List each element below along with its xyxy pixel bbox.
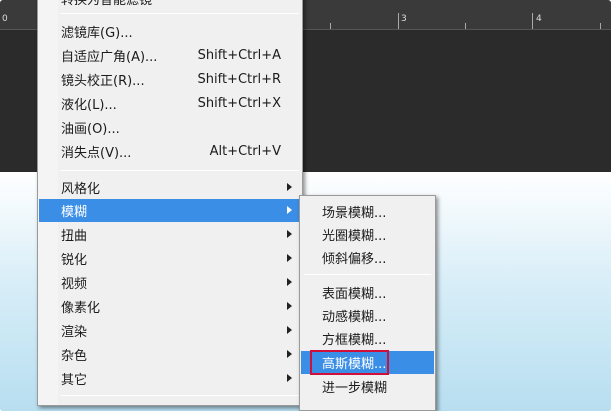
ruler-tick: [330, 23, 331, 29]
menu-item-shortcut: Shift+Ctrl+A: [197, 48, 281, 63]
ruler-tick: [465, 23, 466, 29]
menu-item-adaptive-wide-angle[interactable]: 自适应广角(A)... Shift+Ctrl+A: [39, 44, 301, 67]
submenu-item-label: 表面模糊...: [322, 287, 387, 302]
submenu-arrow-icon: [287, 326, 292, 334]
submenu-arrow-icon: [287, 230, 292, 238]
submenu-item-blur-more[interactable]: 进一步模糊: [301, 375, 434, 398]
menu-separator: [60, 170, 299, 171]
menu-item-video[interactable]: 视频: [39, 271, 301, 294]
submenu-item-label: 动感模糊...: [322, 310, 387, 325]
submenu-item-label: 倾斜偏移...: [322, 252, 387, 267]
ruler-tick: [532, 13, 533, 29]
submenu-separator: [304, 274, 431, 275]
submenu-item-surface-blur[interactable]: 表面模糊...: [301, 281, 434, 304]
menu-item-liquify[interactable]: 液化(L)... Shift+Ctrl+X: [39, 92, 301, 115]
menu-item-label: 锐化: [61, 253, 88, 268]
menu-item-sharpen[interactable]: 锐化: [39, 247, 301, 270]
menu-item-label: 滤镜库(G)...: [61, 26, 133, 41]
submenu-item-field-blur[interactable]: 场景模糊...: [301, 200, 434, 223]
submenu-arrow-icon: [287, 254, 292, 262]
submenu-item-label: 场景模糊...: [322, 206, 387, 221]
menu-item-label: 风格化: [61, 182, 101, 197]
menu-item-label: 视频: [61, 277, 88, 292]
menu-item-filter-gallery[interactable]: 滤镜库(G)...: [39, 20, 301, 43]
menu-item-label: 渲染: [61, 325, 88, 340]
submenu-arrow-icon: [287, 302, 292, 310]
menu-item-vanishing-point[interactable]: 消失点(V)... Alt+Ctrl+V: [39, 140, 301, 163]
menu-item-shortcut: Alt+Ctrl+V: [209, 144, 281, 159]
menu-item-pixelate[interactable]: 像素化: [39, 295, 301, 318]
filter-menu: 转换为智能滤镜 滤镜库(G)... 自适应广角(A)... Shift+Ctrl…: [37, 0, 303, 406]
submenu-item-label: 高斯模糊...: [322, 357, 387, 372]
menu-item-label: 模糊: [61, 205, 88, 220]
ruler-tick: [600, 23, 601, 29]
photoshop-screen: 0 3 4 转换为智能滤镜 滤镜库(G)... 自适应广角(A)... Shif…: [0, 0, 611, 411]
menu-item-label: 扭曲: [61, 229, 88, 244]
menu-separator: [60, 395, 299, 396]
menu-item-shortcut: Shift+Ctrl+X: [197, 96, 281, 111]
submenu-item-label: 方框模糊...: [322, 333, 387, 348]
menu-item-label: 镜头校正(R)...: [61, 74, 145, 89]
menu-item-label: 其它: [61, 373, 88, 388]
ruler-label-4: 4: [536, 14, 542, 24]
submenu-item-gaussian-blur[interactable]: 高斯模糊...: [301, 351, 434, 374]
menu-item-other[interactable]: 其它: [39, 367, 301, 390]
submenu-item-label: 光圈模糊...: [322, 229, 387, 244]
menu-item-convert-smart-filter[interactable]: 转换为智能滤镜: [39, 0, 301, 10]
menu-item-shortcut: Shift+Ctrl+R: [197, 72, 282, 87]
submenu-arrow-icon: [287, 374, 292, 382]
menu-item-label: 杂色: [61, 349, 88, 364]
submenu-item-box-blur[interactable]: 方框模糊...: [301, 327, 434, 350]
submenu-arrow-icon: [287, 278, 292, 286]
ruler-label-3: 3: [401, 14, 407, 24]
menu-item-label: 自适应广角(A)...: [61, 50, 158, 65]
submenu-arrow-icon: [287, 206, 292, 214]
menu-item-label: 像素化: [61, 301, 101, 316]
menu-item-stylize[interactable]: 风格化: [39, 176, 301, 199]
submenu-arrow-icon: [287, 183, 292, 191]
menu-item-label: 油画(O)...: [61, 122, 120, 137]
blur-submenu: 场景模糊... 光圈模糊... 倾斜偏移... 表面模糊... 动感模糊... …: [299, 195, 436, 411]
menu-separator: [60, 13, 299, 14]
submenu-arrow-icon: [287, 350, 292, 358]
menu-item-noise[interactable]: 杂色: [39, 343, 301, 366]
menu-item-label: 液化(L)...: [61, 98, 117, 113]
menu-item-label: 消失点(V)...: [61, 146, 132, 161]
submenu-item-motion-blur[interactable]: 动感模糊...: [301, 304, 434, 327]
ruler-label-0: 0: [2, 14, 8, 24]
menu-item-oil-paint[interactable]: 油画(O)...: [39, 116, 301, 139]
submenu-item-tilt-shift[interactable]: 倾斜偏移...: [301, 246, 434, 269]
submenu-item-label: 进一步模糊: [322, 381, 388, 396]
menu-item-blur[interactable]: 模糊: [39, 199, 301, 222]
menu-item-distort[interactable]: 扭曲: [39, 223, 301, 246]
menu-item-label: 转换为智能滤镜: [61, 0, 153, 8]
menu-item-render[interactable]: 渲染: [39, 319, 301, 342]
submenu-item-iris-blur[interactable]: 光圈模糊...: [301, 223, 434, 246]
ruler-tick: [398, 13, 399, 29]
menu-item-lens-correction[interactable]: 镜头校正(R)... Shift+Ctrl+R: [39, 68, 301, 91]
